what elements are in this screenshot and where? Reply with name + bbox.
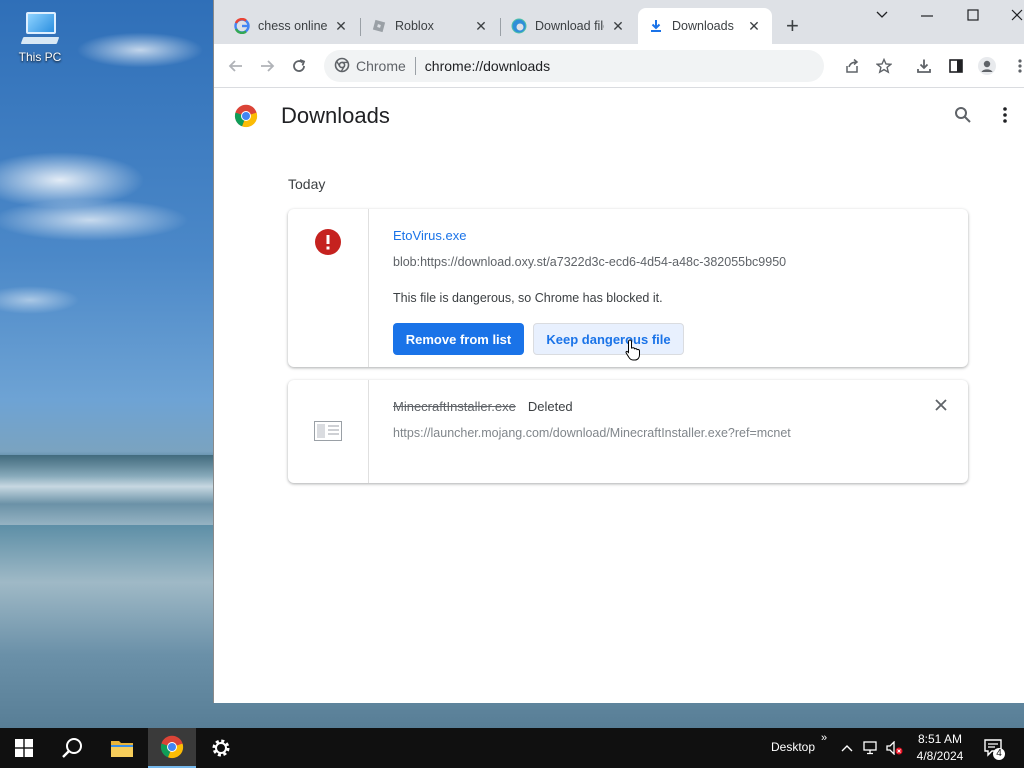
omnibox-site-label: Chrome	[356, 58, 406, 74]
desktop-icon-this-pc[interactable]: This PC	[14, 10, 66, 64]
back-button[interactable]	[226, 56, 246, 76]
tab-label: Roblox	[395, 19, 434, 33]
tab-roblox[interactable]: Roblox ✕	[361, 8, 499, 44]
file-icon	[314, 421, 342, 446]
network-icon[interactable]	[862, 728, 880, 768]
file-explorer-icon[interactable]	[98, 728, 146, 768]
reload-button[interactable]	[289, 56, 309, 76]
page-title: Downloads	[281, 103, 390, 128]
side-panel-icon[interactable]	[946, 56, 966, 76]
windows-start-icon[interactable]	[0, 728, 48, 768]
notification-count-badge: 4	[993, 748, 1005, 760]
remove-from-list-button[interactable]: Remove from list	[393, 323, 524, 355]
desktop-icon-label: This PC	[18, 50, 62, 64]
chrome-window: chess online - ✕ Roblox ✕ Download file …	[213, 0, 1024, 703]
chrome-taskbar-icon[interactable]	[148, 728, 196, 768]
bookmark-star-icon[interactable]	[874, 56, 894, 76]
settings-gear-icon[interactable]	[197, 728, 245, 768]
download-item-deleted: MinecraftInstaller.exe Deleted https://l…	[288, 380, 968, 483]
windows-taskbar: Desktop » 8:51 AM 4/8/2024 4	[0, 728, 1024, 768]
close-icon[interactable]: ✕	[333, 18, 349, 34]
maximize-button[interactable]	[966, 8, 980, 25]
clock-date[interactable]: 4/8/2024	[914, 749, 966, 763]
hand-cursor-icon	[625, 339, 641, 366]
minimize-button[interactable]	[920, 8, 934, 25]
tab-download-file[interactable]: Download file ✕	[501, 8, 636, 44]
download-item-icon-column	[288, 380, 369, 483]
close-icon[interactable]: ✕	[473, 18, 489, 34]
forward-button[interactable]	[257, 56, 277, 76]
tab-strip: chess online - ✕ Roblox ✕ Download file …	[214, 0, 1024, 44]
keep-dangerous-file-button[interactable]: Keep dangerous file	[533, 323, 684, 355]
chrome-menu-icon[interactable]	[1010, 56, 1024, 76]
tab-search-icon[interactable]	[875, 8, 889, 25]
download-source-url: https://launcher.mojang.com/download/Min…	[393, 426, 791, 440]
download-filename-link[interactable]: EtoVirus.exe	[393, 228, 466, 243]
download-source-url: blob:https://download.oxy.st/a7322d3c-ec…	[393, 255, 787, 269]
notification-center-icon[interactable]	[980, 728, 1008, 768]
share-icon[interactable]	[842, 56, 862, 76]
close-icon[interactable]: ✕	[746, 18, 762, 34]
downloads-toolbar-icon[interactable]	[914, 56, 934, 76]
tab-label: Download file	[535, 19, 604, 33]
wallpaper-sea	[0, 455, 214, 525]
tab-label: chess online -	[258, 19, 327, 33]
toolbar: Chrome chrome://downloads	[214, 44, 1024, 88]
error-icon	[315, 229, 341, 260]
danger-warning-text: This file is dangerous, so Chrome has bl…	[393, 291, 663, 305]
profile-avatar-icon[interactable]	[977, 56, 997, 76]
tab-downloads[interactable]: Downloads ✕	[638, 8, 772, 44]
roblox-icon	[371, 18, 387, 34]
new-tab-button[interactable]: +	[786, 15, 799, 37]
volume-muted-icon[interactable]	[884, 728, 906, 768]
download-icon	[648, 18, 664, 34]
search-icon[interactable]	[954, 106, 972, 129]
downloads-page: Downloads Today EtoVirus.exe blob:https:…	[214, 88, 1024, 703]
clock-time[interactable]: 8:51 AM	[917, 732, 963, 746]
omnibox-url[interactable]: chrome://downloads	[425, 58, 550, 74]
chrome-site-icon	[334, 57, 350, 76]
this-pc-icon	[20, 10, 60, 46]
deleted-filename: MinecraftInstaller.exe	[393, 399, 516, 414]
section-label-today: Today	[288, 176, 326, 192]
edge-icon	[511, 18, 527, 34]
omnibox-divider	[414, 57, 416, 75]
google-icon	[234, 18, 250, 34]
show-hidden-icons-chevron-icon[interactable]	[839, 728, 855, 768]
close-window-button[interactable]	[1010, 8, 1024, 25]
chrome-logo-icon	[234, 104, 258, 133]
remove-item-close-icon[interactable]	[935, 398, 947, 416]
close-icon[interactable]: ✕	[610, 18, 626, 34]
desktop-toolbar-label[interactable]: Desktop	[771, 740, 815, 754]
more-options-icon[interactable]	[1002, 106, 1008, 129]
download-item-icon-column	[288, 209, 369, 367]
download-status-label: Deleted	[527, 399, 573, 414]
chevron-double-right-icon[interactable]: »	[821, 732, 827, 744]
search-icon[interactable]	[48, 728, 96, 768]
tab-chess-online[interactable]: chess online - ✕	[224, 8, 359, 44]
tab-label: Downloads	[672, 19, 734, 33]
omnibox[interactable]: Chrome chrome://downloads	[324, 50, 824, 82]
